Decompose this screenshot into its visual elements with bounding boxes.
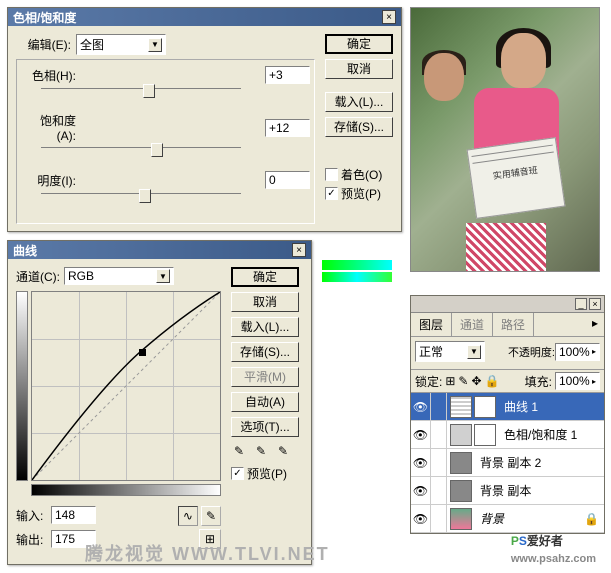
close-icon[interactable]: × <box>589 298 601 310</box>
auto-button[interactable]: 自动(A) <box>231 392 299 412</box>
hue-label: 色相(H): <box>21 67 81 84</box>
minimize-icon[interactable]: _ <box>575 298 587 310</box>
hue-slider[interactable] <box>41 88 241 104</box>
eyedropper-icon[interactable]: ✎ <box>231 443 247 459</box>
chevron-down-icon[interactable]: ▼ <box>467 345 481 359</box>
gradient-preview-2 <box>322 272 392 282</box>
sat-label: 饱和度(A): <box>21 112 81 143</box>
layer-item[interactable]: 👁 色相/饱和度 1 <box>411 421 604 449</box>
save-button[interactable]: 存储(S)... <box>231 342 299 362</box>
lock-move-icon[interactable]: ✥ <box>471 374 481 388</box>
visibility-icon[interactable]: 👁 <box>411 421 431 448</box>
cancel-button[interactable]: 取消 <box>231 292 299 312</box>
smooth-button: 平滑(M) <box>231 367 299 387</box>
checkbox-icon <box>325 168 338 181</box>
light-slider[interactable] <box>41 193 241 209</box>
layer-item[interactable]: 👁 曲线 1 <box>411 393 604 421</box>
layers-panel: _ × 图层 通道 路径 ▸ 正常 ▼ 不透明度: 100% ▸ 锁定: ⊞ ✎… <box>410 295 605 534</box>
curves-dialog: 曲线 × 通道(C): RGB ▼ <box>7 240 312 565</box>
chevron-right-icon[interactable]: ▸ <box>592 377 596 386</box>
horizontal-gradient <box>31 484 221 496</box>
gradient-preview-1 <box>322 260 392 270</box>
tab-channels[interactable]: 通道 <box>452 313 493 336</box>
save-button[interactable]: 存储(S)... <box>325 117 393 137</box>
layer-name: 背景 副本 2 <box>475 454 541 471</box>
close-icon[interactable]: × <box>382 10 396 24</box>
input-label: 输入: <box>16 507 51 524</box>
output-label: 输出: <box>16 531 51 548</box>
eyedropper-plus-icon[interactable]: ✎ <box>253 443 269 459</box>
close-icon[interactable]: × <box>292 243 306 257</box>
layer-item[interactable]: 👁 背景 副本 <box>411 477 604 505</box>
hue-input[interactable] <box>265 66 310 84</box>
curve-point[interactable] <box>139 349 146 356</box>
colorize-checkbox[interactable]: 着色(O) <box>325 166 393 183</box>
visibility-icon[interactable]: 👁 <box>411 393 431 420</box>
lock-paint-icon[interactable]: ✎ <box>458 374 468 388</box>
chevron-down-icon[interactable]: ▼ <box>148 38 162 52</box>
fill-label: 填充: <box>525 373 552 390</box>
layers-list: 👁 曲线 1 👁 色相/饱和度 1 👁 背景 副本 2 👁 背景 副本 👁 背景… <box>411 393 604 533</box>
cancel-button[interactable]: 取消 <box>325 59 393 79</box>
lock-icon: 🔒 <box>584 512 604 526</box>
opacity-input[interactable]: 100% ▸ <box>555 343 600 361</box>
titlebar[interactable]: 曲线 × <box>8 241 311 259</box>
dialog-title: 色相/饱和度 <box>13 9 76 26</box>
pencil-tool-icon[interactable]: ✎ <box>201 506 221 526</box>
chevron-down-icon[interactable]: ▼ <box>156 269 170 283</box>
image-preview: 实用辅音班 <box>410 7 600 272</box>
preview-checkbox[interactable]: ✓ 预览(P) <box>325 185 393 202</box>
input-field[interactable] <box>51 506 96 524</box>
ok-button[interactable]: 确定 <box>325 34 393 54</box>
visibility-icon[interactable]: 👁 <box>411 505 431 532</box>
layer-name: 背景 副本 <box>475 482 531 499</box>
layer-name: 曲线 1 <box>499 398 538 415</box>
load-button[interactable]: 载入(L)... <box>231 317 299 337</box>
curve-graph[interactable] <box>31 291 221 481</box>
tab-paths[interactable]: 路径 <box>493 313 534 336</box>
watermark-text: 腾龙视觉 WWW.TLVI.NET <box>85 540 330 566</box>
layer-name: 背景 <box>475 510 504 527</box>
options-button[interactable]: 选项(T)... <box>231 417 299 437</box>
lock-all-icon[interactable]: 🔒 <box>485 374 500 388</box>
edit-dropdown[interactable]: 全图 ▼ <box>76 34 166 55</box>
channel-label: 通道(C): <box>16 268 60 285</box>
sat-slider[interactable] <box>41 147 241 163</box>
light-input[interactable] <box>265 171 310 189</box>
visibility-icon[interactable]: 👁 <box>411 477 431 504</box>
opacity-label: 不透明度: <box>508 344 555 360</box>
fill-input[interactable]: 100% ▸ <box>555 372 600 390</box>
light-label: 明度(I): <box>21 172 81 189</box>
checkbox-icon: ✓ <box>231 467 244 480</box>
visibility-icon[interactable]: 👁 <box>411 449 431 476</box>
menu-icon[interactable]: ▸ <box>586 313 604 336</box>
eyedropper-minus-icon[interactable]: ✎ <box>275 443 291 459</box>
layer-name: 色相/饱和度 1 <box>499 426 577 443</box>
channel-dropdown[interactable]: RGB ▼ <box>64 267 174 285</box>
hue-sat-dialog: 色相/饱和度 × 编辑(E): 全图 ▼ 色相(H): 饱和度(A): <box>7 7 402 232</box>
layer-item[interactable]: 👁 背景 🔒 <box>411 505 604 533</box>
titlebar[interactable]: 色相/饱和度 × <box>8 8 401 26</box>
panel-tabs: 图层 通道 路径 ▸ <box>411 313 604 337</box>
curve-tool-icon[interactable]: ∿ <box>178 506 198 526</box>
preview-checkbox[interactable]: ✓ 预览(P) <box>231 465 299 482</box>
sat-input[interactable] <box>265 119 310 137</box>
tab-layers[interactable]: 图层 <box>411 313 452 336</box>
dialog-title: 曲线 <box>13 242 37 259</box>
checkbox-icon: ✓ <box>325 187 338 200</box>
lock-trans-icon[interactable]: ⊞ <box>445 374 455 388</box>
edit-label: 编辑(E): <box>16 36 76 53</box>
layer-item[interactable]: 👁 背景 副本 2 <box>411 449 604 477</box>
watermark-logo: PS爱好者 www.psahz.com <box>511 532 596 565</box>
chevron-right-icon[interactable]: ▸ <box>592 347 596 356</box>
lock-label: 锁定: <box>415 373 442 390</box>
load-button[interactable]: 载入(L)... <box>325 92 393 112</box>
vertical-gradient <box>16 291 28 481</box>
blend-mode-dropdown[interactable]: 正常 ▼ <box>415 341 485 362</box>
ok-button[interactable]: 确定 <box>231 267 299 287</box>
